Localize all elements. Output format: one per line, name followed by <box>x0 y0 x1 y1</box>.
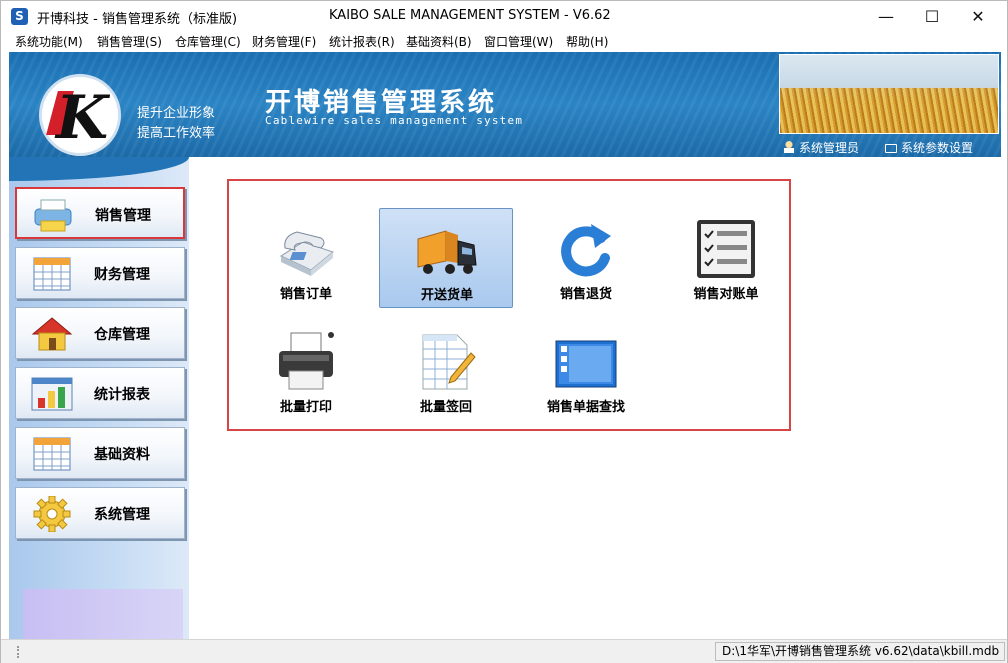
system-subtitle: Cablewire sales management system <box>265 114 524 127</box>
function-label: 批量签回 <box>419 400 472 415</box>
minimize-button[interactable]: — <box>863 1 909 32</box>
sidebar-item-sales-management[interactable]: 销售管理 <box>15 187 185 239</box>
batch-print-button[interactable]: 批量打印 <box>239 321 373 421</box>
sidebar: 销售管理 财务管理 仓库管理 统计报表 基础资料 系统管理 <box>9 157 189 639</box>
spreadsheet-pencil-icon <box>422 334 476 390</box>
sidebar-item-label: 系统管理 <box>94 507 150 523</box>
window-title: 开博科技 - 销售管理系统（标准版) <box>37 12 238 27</box>
sales-document-search-button[interactable]: 销售单据查找 <box>519 321 653 421</box>
menu-window-management[interactable]: 窗口管理(W) <box>484 33 553 50</box>
menu-warehouse-management[interactable]: 仓库管理(C) <box>175 33 241 50</box>
sidebar-item-system-management[interactable]: 系统管理 <box>15 487 185 539</box>
function-label: 批量打印 <box>279 400 332 415</box>
sidebar-item-label: 统计报表 <box>94 387 150 403</box>
system-settings-label: 系统参数设置 <box>901 141 974 155</box>
slogan-line-1: 提升企业形象 <box>137 106 216 121</box>
status-grip <box>17 646 20 658</box>
menu-finance-management[interactable]: 财务管理(F) <box>252 33 316 50</box>
sidebar-item-statistics-reports[interactable]: 统计报表 <box>15 367 185 419</box>
printer-icon <box>279 332 334 390</box>
calendar-icon <box>33 437 71 471</box>
window-title-center: KAIBO SALE MANAGEMENT SYSTEM - V6.62 <box>329 8 611 23</box>
printer-icon <box>34 199 72 232</box>
sales-return-button[interactable]: 销售退货 <box>519 208 653 308</box>
menu-system-functions[interactable]: 系统功能(M) <box>15 33 83 50</box>
slogan-line-2: 提高工作效率 <box>137 126 216 141</box>
system-settings-link[interactable]: 系统参数设置 <box>885 139 973 156</box>
app-logo-icon: S <box>11 8 28 25</box>
calendar-icon <box>33 257 71 291</box>
sidebar-item-label: 销售管理 <box>95 208 151 224</box>
company-logo: K <box>39 74 121 156</box>
monitor-icon <box>885 144 897 153</box>
truck-icon <box>417 230 477 274</box>
function-label: 销售退货 <box>559 287 612 302</box>
sidebar-item-finance-management[interactable]: 财务管理 <box>15 247 185 299</box>
function-label: 销售单据查找 <box>546 400 625 415</box>
function-label: 开送货单 <box>420 288 473 303</box>
menu-sales-management[interactable]: 销售管理(S) <box>97 33 162 50</box>
banner-links: 系统管理员 系统参数设置 <box>779 136 1001 157</box>
close-button[interactable]: ✕ <box>955 1 1001 32</box>
header-banner: K 提升企业形象 提高工作效率 开博销售管理系统 Cablewire sales… <box>9 52 1001 157</box>
database-path: D:\1华军\开博销售管理系统 v6.62\data\kbill.mdb <box>715 642 1005 661</box>
menu-help[interactable]: 帮助(H) <box>566 33 608 50</box>
function-label: 销售对账单 <box>693 287 759 302</box>
menu-basic-data[interactable]: 基础资料(B) <box>406 33 472 50</box>
menu-statistics-reports[interactable]: 统计报表(R) <box>329 33 395 50</box>
status-bar: D:\1华军\开博销售管理系统 v6.62\data\kbill.mdb <box>1 639 1007 663</box>
main-panel: 销售订单 开送货单 销售退货 销售对账单 批量打印 批量签回 销售单据查找 <box>189 157 1001 639</box>
batch-sign-back-button[interactable]: 批量签回 <box>379 321 513 421</box>
user-icon <box>783 141 795 153</box>
current-user-link[interactable]: 系统管理员 <box>783 139 859 156</box>
sidebar-item-warehouse-management[interactable]: 仓库管理 <box>15 307 185 359</box>
function-group: 销售订单 开送货单 销售退货 销售对账单 批量打印 批量签回 销售单据查找 <box>227 179 791 431</box>
menu-bar: 系统功能(M) 销售管理(S) 仓库管理(C) 财务管理(F) 统计报表(R) … <box>1 32 1007 52</box>
checklist-icon <box>697 220 755 278</box>
sidebar-item-label: 仓库管理 <box>94 327 150 343</box>
window-list-icon <box>555 340 617 388</box>
gear-icon <box>33 496 71 532</box>
maximize-button[interactable]: ☐ <box>909 1 955 32</box>
app-window: S 开博科技 - 销售管理系统（标准版) KAIBO SALE MANAGEME… <box>0 0 1008 663</box>
sidebar-item-label: 基础资料 <box>94 447 150 463</box>
telephone-icon <box>279 231 335 276</box>
title-bar[interactable]: S 开博科技 - 销售管理系统（标准版) KAIBO SALE MANAGEME… <box>1 1 1007 32</box>
delivery-note-button[interactable]: 开送货单 <box>379 208 513 308</box>
sales-statement-button[interactable]: 销售对账单 <box>659 208 793 308</box>
bar-chart-icon <box>31 377 73 411</box>
sales-order-button[interactable]: 销售订单 <box>239 208 373 308</box>
current-user-label: 系统管理员 <box>799 141 860 155</box>
wheat-field-image <box>779 54 999 134</box>
sidebar-item-basic-data[interactable]: 基础资料 <box>15 427 185 479</box>
function-label: 销售订单 <box>279 287 332 302</box>
refresh-arrow-icon <box>561 224 611 277</box>
sidebar-item-label: 财务管理 <box>94 267 150 283</box>
house-icon <box>31 317 73 351</box>
